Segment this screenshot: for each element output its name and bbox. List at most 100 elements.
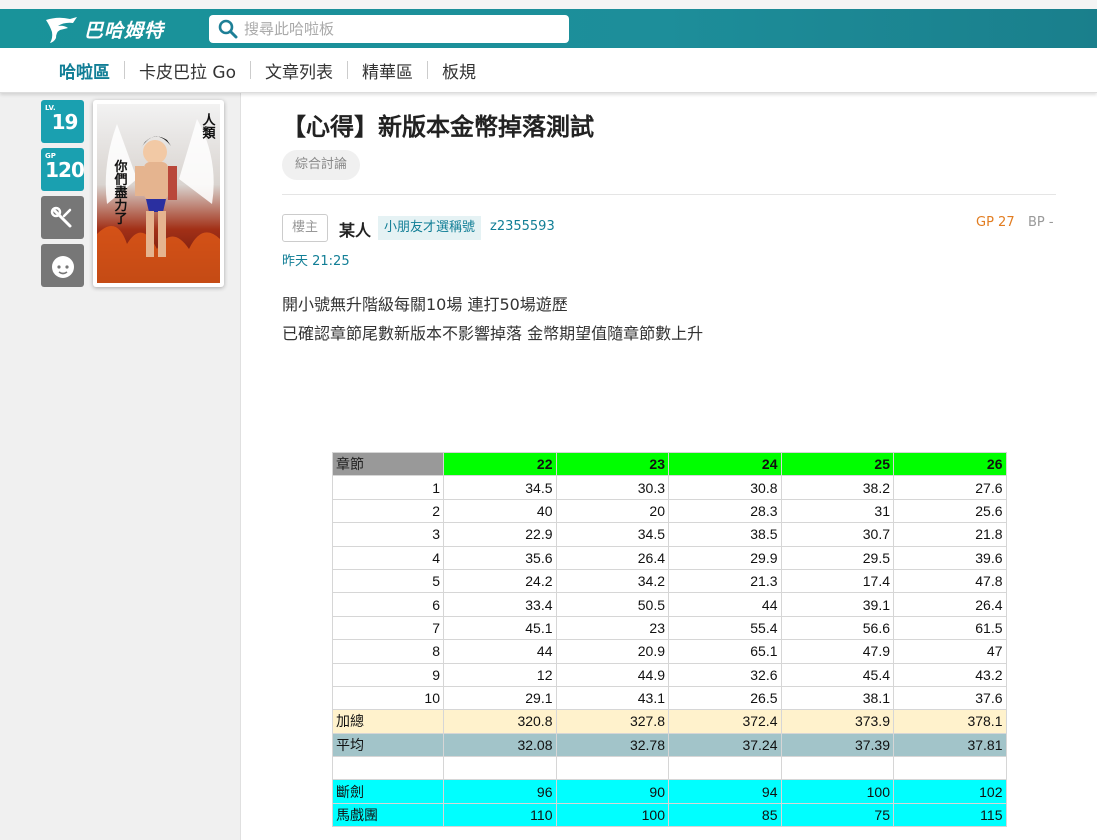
stage-row: 斷劍 96 90 94 100 102 xyxy=(332,779,1007,804)
row-label: 3 xyxy=(332,522,444,547)
level-badge[interactable]: LV. 19 xyxy=(41,100,84,143)
table-cell: 44 xyxy=(668,592,782,617)
table-cell: 100 xyxy=(780,779,894,804)
search-input[interactable] xyxy=(244,20,544,38)
table-cell: 32.6 xyxy=(668,662,782,687)
row-label: 10 xyxy=(332,685,444,711)
table-cell: 100 xyxy=(555,802,669,828)
table-row: 8 44 20.9 65.1 47.9 47 xyxy=(332,639,1007,664)
table-cell: 115 xyxy=(893,802,1007,828)
author-name[interactable]: 某人 xyxy=(339,217,371,241)
table-cell: 26.4 xyxy=(893,592,1007,617)
table-cell: 38.2 xyxy=(780,475,894,500)
nav-separator xyxy=(426,61,428,79)
nav-separator xyxy=(346,61,348,79)
avatar-text-1: 人類 xyxy=(200,112,217,140)
table-cell: 30.8 xyxy=(668,475,782,500)
dragon-logo-icon xyxy=(46,17,77,43)
sum-label: 加總 xyxy=(332,709,444,734)
table-cell: 372.4 xyxy=(668,709,782,734)
table-cell: 20 xyxy=(555,498,669,524)
nav-item-article-list[interactable]: 文章列表 xyxy=(265,58,333,83)
logo-text: 巴哈姆特 xyxy=(84,19,165,42)
table-cell: 29.5 xyxy=(780,545,894,570)
blank-cell xyxy=(893,756,1007,781)
site-logo[interactable]: 巴哈姆特 xyxy=(44,13,164,45)
search-box[interactable] xyxy=(209,15,569,43)
stage-label: 斷劍 xyxy=(332,779,444,804)
table-row: 3 22.9 34.5 38.5 30.7 21.8 xyxy=(332,522,1007,547)
table-cell: 37.39 xyxy=(780,732,894,758)
blank-cell xyxy=(668,756,782,781)
header-cell: 25 xyxy=(780,451,894,477)
floor-badge[interactable]: 樓主 xyxy=(282,214,329,242)
row-label: 7 xyxy=(332,615,444,641)
tool-button[interactable] xyxy=(41,196,84,239)
header-label: 章節 xyxy=(332,451,444,477)
table-cell: 25.6 xyxy=(893,498,1007,524)
table-cell: 30.3 xyxy=(555,475,669,500)
table-cell: 38.1 xyxy=(780,685,894,711)
avatar-text-2: 你們盡力了 xyxy=(112,159,129,226)
table-cell: 320.8 xyxy=(443,709,557,734)
avatar-button[interactable] xyxy=(41,244,84,287)
post-text-line: 已確認章節尾數新版本不影響掉落 金幣期望值隨章節數上升 xyxy=(282,324,704,343)
table-cell: 47.8 xyxy=(893,568,1007,594)
table-cell: 43.2 xyxy=(893,662,1007,687)
table-cell: 37.6 xyxy=(893,685,1007,711)
nav-item-forum[interactable]: 哈啦區 xyxy=(59,58,110,83)
table-cell: 34.5 xyxy=(555,522,669,547)
table-row: 6 33.4 50.5 44 39.1 26.4 xyxy=(332,592,1007,617)
table-cell: 47.9 xyxy=(780,639,894,664)
table-cell: 373.9 xyxy=(780,709,894,734)
sum-row: 加總 320.8 327.8 372.4 373.9 378.1 xyxy=(332,709,1007,734)
table-row: 1 34.5 30.3 30.8 38.2 27.6 xyxy=(332,475,1007,500)
search-icon[interactable] xyxy=(218,19,238,39)
stage-label: 馬戲團 xyxy=(332,802,444,828)
table-cell: 110 xyxy=(443,802,557,828)
category-tag[interactable]: 綜合討論 xyxy=(282,150,361,180)
table-cell: 22.9 xyxy=(443,522,557,547)
row-label: 8 xyxy=(332,639,444,664)
table-cell: 65.1 xyxy=(668,639,782,664)
header-cell: 26 xyxy=(893,451,1007,477)
level-value: 19 xyxy=(51,109,79,134)
blank-cell xyxy=(332,756,444,781)
table-cell: 39.6 xyxy=(893,545,1007,570)
table-cell: 94 xyxy=(668,779,782,804)
table-row: 2 40 20 28.3 31 25.6 xyxy=(332,498,1007,524)
table-cell: 21.8 xyxy=(893,522,1007,547)
table-cell: 85 xyxy=(668,802,782,828)
table-cell: 39.1 xyxy=(780,592,894,617)
gp-count[interactable]: GP 27 xyxy=(976,215,1015,230)
table-cell: 27.6 xyxy=(893,475,1007,500)
header-cell: 23 xyxy=(555,451,669,477)
table-cell: 31 xyxy=(780,498,894,524)
table-cell: 96 xyxy=(443,779,557,804)
author-id[interactable]: z2355593 xyxy=(490,219,555,234)
gp-value: 120 xyxy=(45,157,85,182)
table-cell: 17.4 xyxy=(780,568,894,594)
post-title[interactable]: 【心得】新版本金幣掉落測試 xyxy=(282,107,594,142)
table-cell: 23 xyxy=(555,615,669,641)
nav-item-rules[interactable]: 板規 xyxy=(442,58,476,83)
table-cell: 34.2 xyxy=(555,568,669,594)
table-cell: 32.78 xyxy=(555,732,669,758)
table-row: 5 24.2 34.2 21.3 17.4 47.8 xyxy=(332,568,1007,594)
row-label: 2 xyxy=(332,498,444,524)
table-cell: 102 xyxy=(893,779,1007,804)
post-time[interactable]: 昨天 21:25 xyxy=(282,250,350,269)
table-cell: 45.1 xyxy=(443,615,557,641)
table-cell: 28.3 xyxy=(668,498,782,524)
table-cell: 26.5 xyxy=(668,685,782,711)
nav-item-highlights[interactable]: 精華區 xyxy=(362,58,413,83)
nav-separator xyxy=(249,61,251,79)
table-cell: 35.6 xyxy=(443,545,557,570)
user-avatar[interactable]: 人類 你們盡力了 xyxy=(93,100,224,287)
table-cell: 44.9 xyxy=(555,662,669,687)
table-cell: 75 xyxy=(780,802,894,828)
gp-badge[interactable]: GP 120 xyxy=(41,148,85,191)
table-cell: 40 xyxy=(443,498,557,524)
bp-count[interactable]: BP - xyxy=(1028,215,1054,230)
nav-item-capybara-go[interactable]: 卡皮巴拉 Go xyxy=(139,58,236,83)
